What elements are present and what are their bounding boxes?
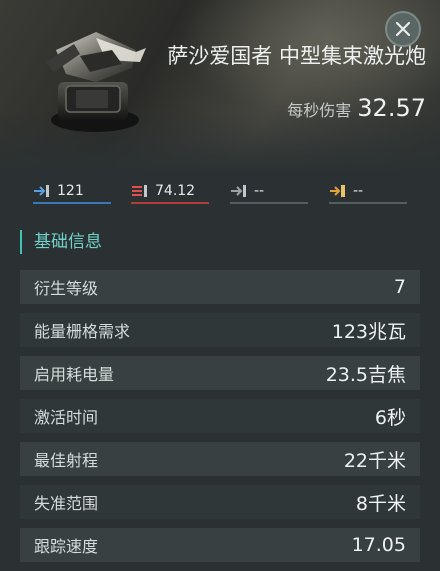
attribute-list: 衍生等级 7 能量栅格需求 123兆瓦 启用耗电量 23.5吉焦 激活时间 6秒… [20, 270, 420, 571]
attribute-label: 激活时间 [34, 408, 99, 427]
dps-label: 每秒伤害 [287, 101, 352, 120]
attribute-row: 跟踪速度 17.05 [20, 528, 420, 562]
attribute-value: 23.5吉焦 [325, 363, 406, 386]
attribute-label: 启用耗电量 [34, 365, 115, 384]
attribute-value: 123兆瓦 [331, 320, 406, 343]
attribute-label: 失准范围 [34, 494, 99, 513]
dps-readout: 每秒伤害 32.57 [287, 94, 426, 122]
attribute-label: 能量栅格需求 [34, 322, 131, 341]
attribute-value: 17.05 [351, 534, 406, 556]
kinetic-damage-icon [231, 185, 246, 197]
attribute-value: 22千米 [343, 449, 406, 472]
damage-kinetic: -- [230, 180, 308, 204]
attribute-label: 衍生等级 [34, 279, 99, 298]
damage-em-value: 121 [57, 183, 84, 199]
attribute-row: 启用耗电量 23.5吉焦 [20, 356, 420, 390]
attribute-label: 最佳射程 [34, 451, 99, 470]
damage-thermal-value: 74.12 [155, 183, 196, 199]
damage-explosive: -- [329, 180, 407, 204]
em-damage-icon [34, 185, 49, 197]
explosive-damage-icon [330, 185, 345, 197]
close-icon [395, 21, 411, 37]
attribute-row: 最佳射程 22千米 [20, 442, 420, 476]
damage-em: 121 [33, 180, 111, 204]
close-button[interactable] [385, 11, 421, 47]
attribute-value: 6秒 [374, 406, 406, 429]
damage-profile: 121 74.12 -- -- [33, 180, 423, 204]
item-title: 萨沙爱国者 中型集束激光炮 [167, 44, 426, 68]
section-basic-info: 基础信息 [20, 230, 102, 254]
attribute-value: 8千米 [355, 492, 406, 515]
damage-kinetic-value: -- [254, 183, 265, 199]
attribute-row: 衍生等级 7 [20, 270, 420, 304]
damage-thermal: 74.12 [131, 180, 209, 204]
attribute-row: 失准范围 8千米 [20, 485, 420, 519]
laser-turret-icon [36, 20, 154, 138]
damage-explosive-value: -- [353, 183, 364, 199]
attribute-row: 能量栅格需求 123兆瓦 [20, 313, 420, 347]
attribute-value: 7 [393, 276, 406, 298]
dps-value: 32.57 [357, 94, 426, 122]
attribute-row: 激活时间 6秒 [20, 399, 420, 433]
attribute-label: 跟踪速度 [34, 537, 99, 556]
thermal-damage-icon [132, 185, 147, 197]
